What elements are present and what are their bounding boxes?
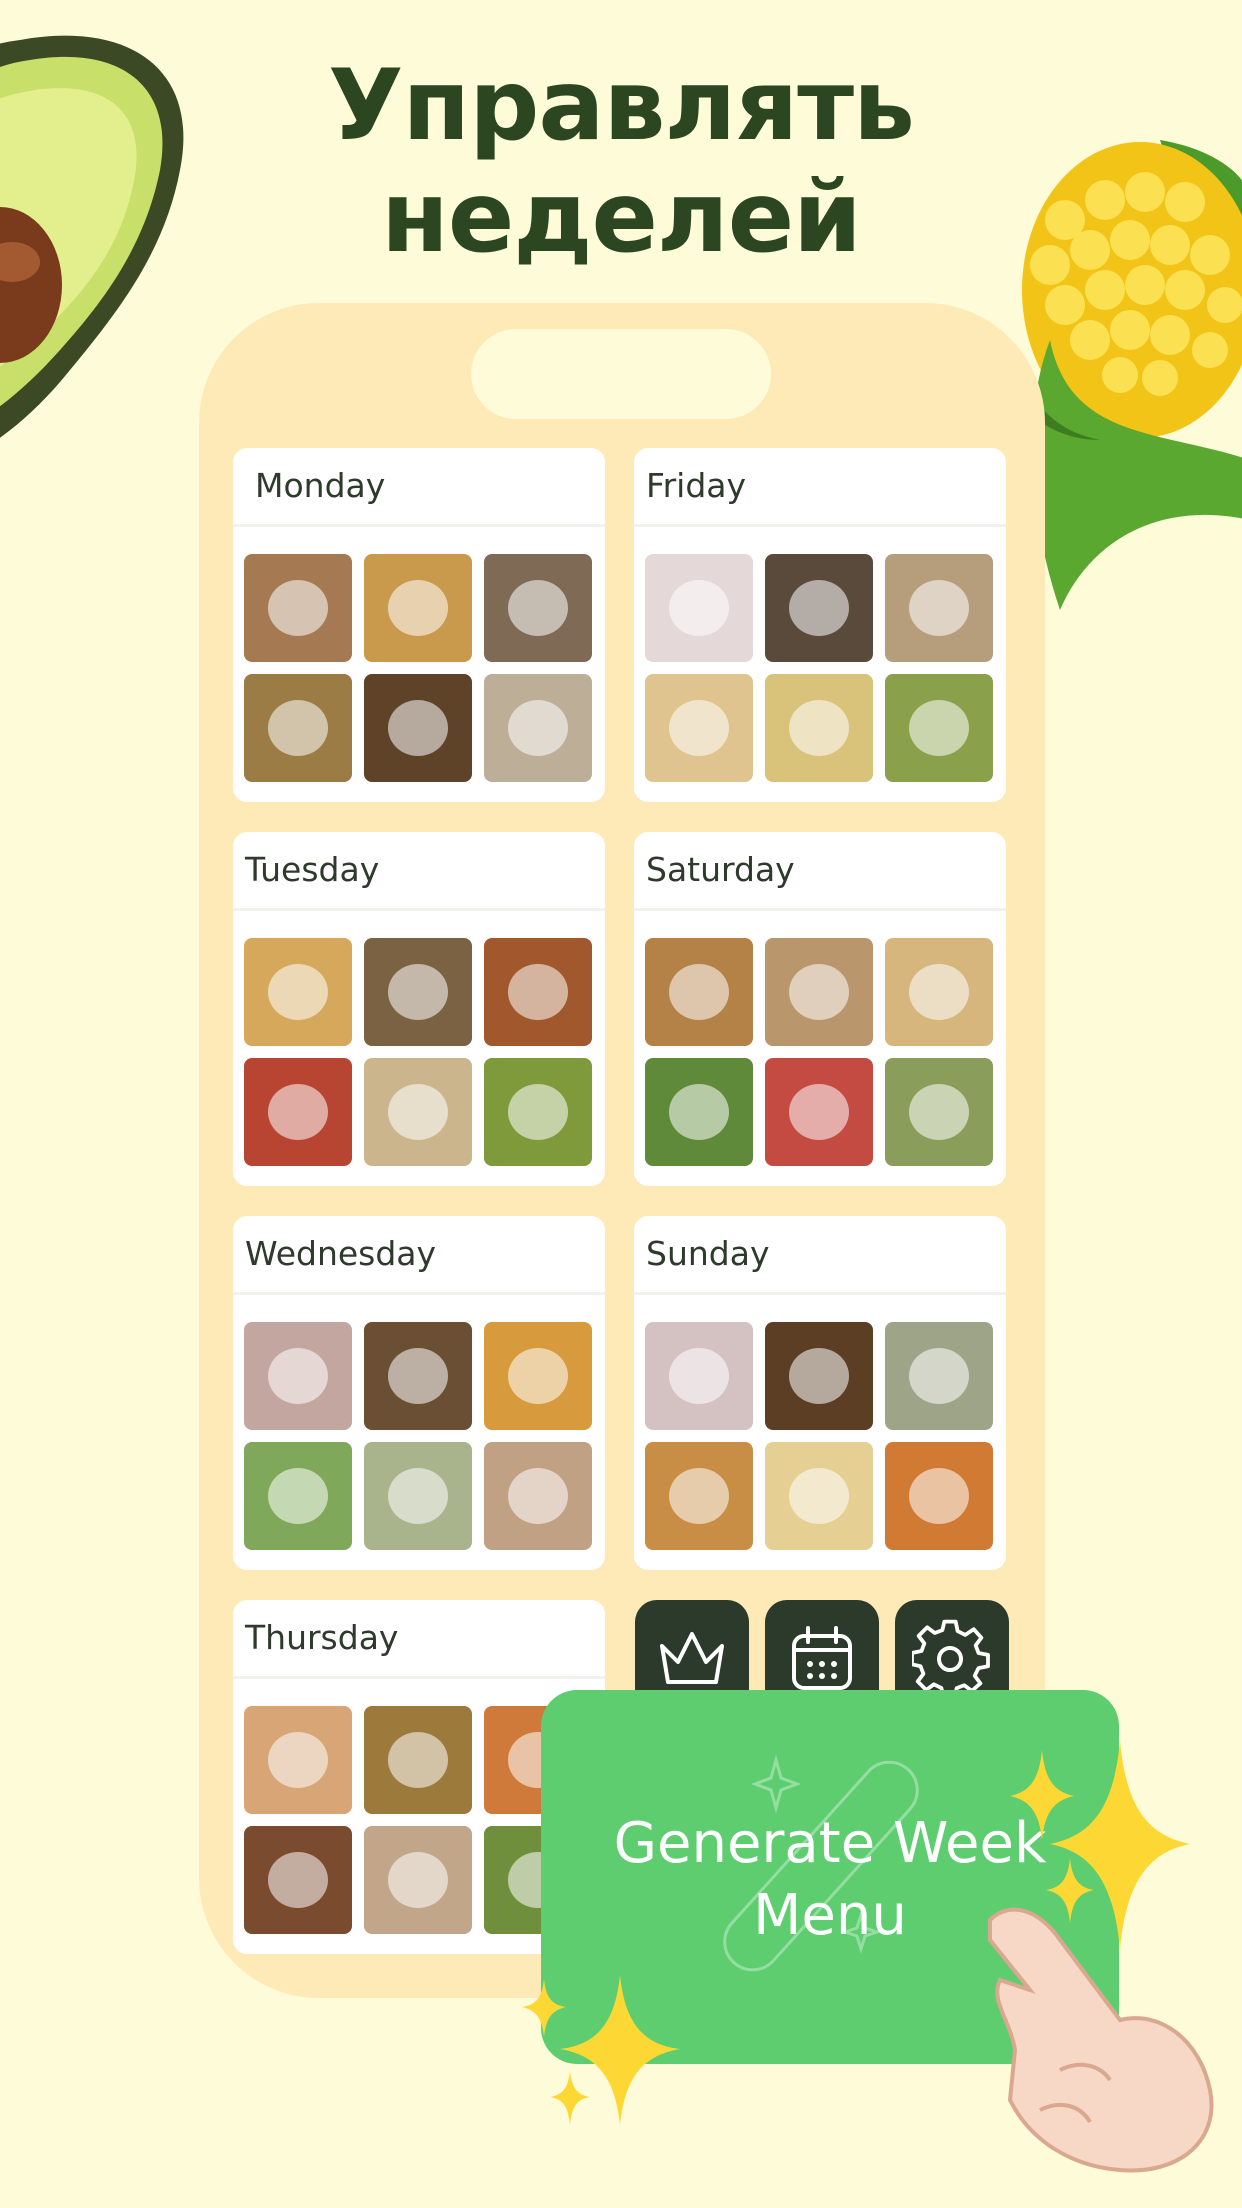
- meal-photo[interactable]: [765, 1058, 873, 1166]
- meal-photo[interactable]: [765, 938, 873, 1046]
- divider: [233, 1676, 605, 1679]
- meal-photo[interactable]: [765, 1322, 873, 1430]
- crown-icon: [660, 1632, 724, 1684]
- divider: [233, 908, 605, 911]
- meal-photo[interactable]: [364, 1442, 472, 1550]
- day-card-monday[interactable]: Monday: [233, 448, 605, 802]
- meal-photo[interactable]: [364, 1322, 472, 1430]
- meal-photo[interactable]: [364, 938, 472, 1046]
- meal-photo[interactable]: [364, 1706, 472, 1814]
- meal-photo[interactable]: [244, 1706, 352, 1814]
- meal-grid: [244, 554, 594, 782]
- meal-photo[interactable]: [364, 554, 472, 662]
- meal-photo[interactable]: [885, 554, 993, 662]
- day-title: Monday: [255, 466, 386, 505]
- day-card-sunday[interactable]: Sunday: [634, 1216, 1006, 1570]
- gear-icon: [912, 1619, 990, 1698]
- meal-photo[interactable]: [244, 938, 352, 1046]
- meal-photo[interactable]: [885, 674, 993, 782]
- sparkles-icon: [522, 1975, 680, 2125]
- day-title: Saturday: [646, 850, 795, 889]
- meal-photo[interactable]: [484, 674, 592, 782]
- day-title: Wednesday: [245, 1234, 437, 1273]
- phone-notch: [471, 329, 771, 419]
- meal-photo[interactable]: [645, 1058, 753, 1166]
- meal-photo[interactable]: [645, 1322, 753, 1430]
- meal-photo[interactable]: [364, 674, 472, 782]
- meal-photo[interactable]: [885, 1058, 993, 1166]
- meal-photo[interactable]: [645, 1442, 753, 1550]
- calendar-icon: [792, 1626, 852, 1690]
- day-title: Tuesday: [245, 850, 380, 889]
- meal-photo[interactable]: [364, 1826, 472, 1934]
- meal-photo[interactable]: [765, 1442, 873, 1550]
- meal-photo[interactable]: [645, 554, 753, 662]
- meal-photo[interactable]: [244, 1058, 352, 1166]
- headline-line-1: Управлять: [327, 49, 915, 163]
- divider: [233, 524, 605, 527]
- meal-photo[interactable]: [484, 1058, 592, 1166]
- meal-photo[interactable]: [484, 1322, 592, 1430]
- meal-grid: [645, 554, 995, 782]
- meal-photo[interactable]: [765, 674, 873, 782]
- meal-photo[interactable]: [645, 674, 753, 782]
- divider: [233, 1292, 605, 1295]
- day-card-tuesday[interactable]: Tuesday: [233, 832, 605, 1186]
- divider: [634, 908, 1006, 911]
- meal-photo[interactable]: [484, 1442, 592, 1550]
- meal-photo[interactable]: [244, 554, 352, 662]
- meal-photo[interactable]: [885, 1322, 993, 1430]
- meal-photo[interactable]: [645, 938, 753, 1046]
- day-title: Friday: [646, 466, 747, 505]
- meal-photo[interactable]: [885, 938, 993, 1046]
- day-card-saturday[interactable]: Saturday: [634, 832, 1006, 1186]
- day-title: Sunday: [646, 1234, 770, 1273]
- meal-photo[interactable]: [484, 554, 592, 662]
- meal-photo[interactable]: [244, 1442, 352, 1550]
- pointing-hand-icon: [988, 1907, 1214, 2173]
- meal-grid: [645, 1322, 995, 1550]
- meal-photo[interactable]: [244, 1322, 352, 1430]
- meal-grid: [645, 938, 995, 1166]
- meal-photo[interactable]: [885, 1442, 993, 1550]
- meal-grid: [244, 938, 594, 1166]
- day-card-friday[interactable]: Friday: [634, 448, 1006, 802]
- divider: [634, 524, 1006, 527]
- day-title: Thursday: [245, 1618, 399, 1657]
- meal-grid: [244, 1322, 594, 1550]
- headline-line-2: неделей: [381, 161, 862, 275]
- day-card-wednesday[interactable]: Wednesday: [233, 1216, 605, 1570]
- meal-photo[interactable]: [364, 1058, 472, 1166]
- headline: Управлять неделей: [0, 50, 1242, 274]
- meal-photo[interactable]: [765, 554, 873, 662]
- meal-photo[interactable]: [244, 674, 352, 782]
- meal-photo[interactable]: [484, 938, 592, 1046]
- meal-photo[interactable]: [244, 1826, 352, 1934]
- divider: [634, 1292, 1006, 1295]
